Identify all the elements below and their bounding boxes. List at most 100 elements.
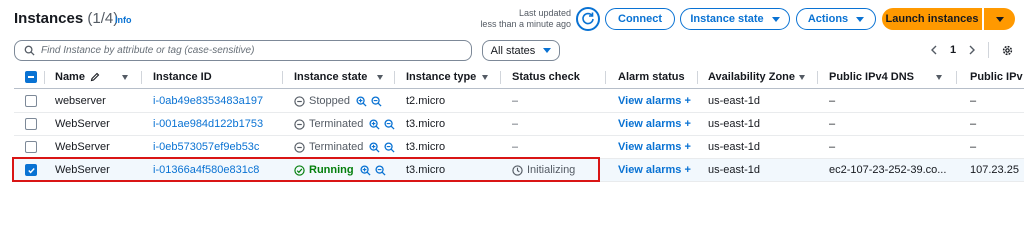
instances-header: Instances (1/4) Info Last updated less t… xyxy=(0,0,1024,38)
refresh-icon xyxy=(582,12,594,25)
stopped-icon xyxy=(294,95,305,107)
column-divider xyxy=(282,71,283,84)
search-box xyxy=(14,40,472,61)
col-name[interactable]: Name xyxy=(55,66,100,88)
col-public-dns[interactable]: Public IPv4 DNS xyxy=(829,66,914,88)
availability-zone: us-east-1d xyxy=(708,118,760,130)
public-ip: – xyxy=(970,95,977,107)
instance-id-link[interactable]: i-0eb573057ef9eb53c xyxy=(153,136,259,158)
terminated-icon xyxy=(294,141,305,153)
column-divider xyxy=(500,71,501,84)
status-check: – xyxy=(512,95,519,107)
refresh-button[interactable] xyxy=(576,7,600,31)
instance-id-link[interactable]: i-01366a4f580e831c8 xyxy=(153,159,259,181)
running-icon xyxy=(294,164,305,176)
public-dns: ec2-107-23-252-39.co... xyxy=(829,164,947,176)
column-divider xyxy=(697,71,698,84)
sort-caret-icon[interactable] xyxy=(936,75,942,80)
sort-caret-icon[interactable] xyxy=(482,75,488,80)
terminated-icon xyxy=(294,118,305,130)
row-checkbox[interactable] xyxy=(25,90,37,112)
status-check: Initializing xyxy=(512,164,575,176)
pagination: 1 xyxy=(930,42,1014,58)
instance-name: WebServer xyxy=(55,118,110,130)
launch-dropdown-button[interactable] xyxy=(984,8,1015,30)
table-row[interactable]: webserver i-0ab49e8353483a197 Stopped t2.mi… xyxy=(14,90,1024,113)
col-instance-type[interactable]: Instance type xyxy=(406,66,476,88)
select-all-checkbox[interactable] xyxy=(25,66,37,88)
availability-zone: us-east-1d xyxy=(708,164,760,176)
chevron-right-icon[interactable] xyxy=(968,45,976,55)
row-checkbox[interactable] xyxy=(25,159,37,181)
page-title: Instances (1/4) xyxy=(14,10,119,27)
actions-button[interactable]: Actions xyxy=(796,8,876,30)
column-divider xyxy=(605,71,606,84)
row-checkbox[interactable] xyxy=(25,113,37,135)
table-row[interactable]: WebServer i-0eb573057ef9eb53c Terminated t3… xyxy=(14,136,1024,159)
row-checkbox[interactable] xyxy=(25,136,37,158)
status-check: – xyxy=(512,118,519,130)
col-instance-state[interactable]: Instance state xyxy=(294,66,367,88)
availability-zone: us-east-1d xyxy=(708,95,760,107)
zoom-in-icon[interactable] xyxy=(356,95,367,107)
public-dns: – xyxy=(829,141,836,153)
public-ip: 107.23.25 xyxy=(970,164,1019,176)
view-alarms-link[interactable]: View alarms + xyxy=(618,113,691,135)
sort-caret-icon[interactable] xyxy=(122,75,128,80)
page-number[interactable]: 1 xyxy=(950,44,956,56)
instance-id-link[interactable]: i-0ab49e8353483a197 xyxy=(153,90,263,112)
zoom-in-icon[interactable] xyxy=(360,164,371,176)
instance-type: t3.micro xyxy=(406,118,446,130)
table-row[interactable]: WebServer i-01366a4f580e831c8 Running t3.mi… xyxy=(14,159,1024,182)
pager-divider xyxy=(988,42,990,58)
col-status-check[interactable]: Status check xyxy=(512,66,580,88)
table-header-row: Name Instance ID Instance state Instance… xyxy=(14,66,1024,89)
zoom-in-icon[interactable] xyxy=(369,141,380,153)
sort-caret-icon[interactable] xyxy=(799,75,805,80)
search-input[interactable] xyxy=(41,45,461,56)
instance-state: Running xyxy=(294,164,354,176)
zoom-controls xyxy=(369,118,395,130)
col-public-ip[interactable]: Public IPv xyxy=(970,66,1023,88)
public-ip: – xyxy=(970,118,977,130)
column-divider xyxy=(141,71,142,84)
public-dns: – xyxy=(829,118,836,130)
col-instance-id[interactable]: Instance ID xyxy=(153,66,212,88)
chevron-down-icon xyxy=(543,48,552,53)
pencil-icon xyxy=(90,72,100,82)
instance-state-button[interactable]: Instance state xyxy=(680,8,790,30)
view-alarms-link[interactable]: View alarms + xyxy=(618,159,691,181)
public-dns: – xyxy=(829,95,836,107)
public-ip: – xyxy=(970,141,977,153)
instance-id-link[interactable]: i-001ae984d122b1753 xyxy=(153,113,263,135)
zoom-out-icon[interactable] xyxy=(371,95,382,107)
zoom-out-icon[interactable] xyxy=(375,164,386,176)
connect-button[interactable]: Connect xyxy=(605,8,675,30)
column-divider xyxy=(817,71,818,84)
selection-count: (1/4) xyxy=(87,10,119,27)
zoom-controls xyxy=(360,164,386,176)
zoom-in-icon[interactable] xyxy=(369,118,380,130)
settings-icon[interactable] xyxy=(1001,44,1014,57)
zoom-out-icon[interactable] xyxy=(384,141,395,153)
col-availability-zone[interactable]: Availability Zone xyxy=(708,66,795,88)
status-check: – xyxy=(512,141,519,153)
view-alarms-link[interactable]: View alarms + xyxy=(618,90,691,112)
availability-zone: us-east-1d xyxy=(708,141,760,153)
instance-type: t3.micro xyxy=(406,141,446,153)
chevron-left-icon[interactable] xyxy=(930,45,938,55)
instance-type: t3.micro xyxy=(406,164,446,176)
state-filter-select[interactable]: All states xyxy=(482,40,560,61)
clock-icon xyxy=(512,164,523,176)
info-link[interactable]: Info xyxy=(115,15,132,25)
zoom-controls xyxy=(369,141,395,153)
launch-instances-button[interactable]: Launch instances xyxy=(882,8,982,30)
view-alarms-link[interactable]: View alarms + xyxy=(618,136,691,158)
search-icon xyxy=(24,45,35,56)
table-row[interactable]: WebServer i-001ae984d122b1753 Terminated t3… xyxy=(14,113,1024,136)
sort-caret-icon[interactable] xyxy=(377,75,383,80)
last-updated: Last updated less than a minute ago xyxy=(480,8,571,29)
zoom-controls xyxy=(356,95,382,107)
col-alarm-status[interactable]: Alarm status xyxy=(618,66,685,88)
zoom-out-icon[interactable] xyxy=(384,118,395,130)
